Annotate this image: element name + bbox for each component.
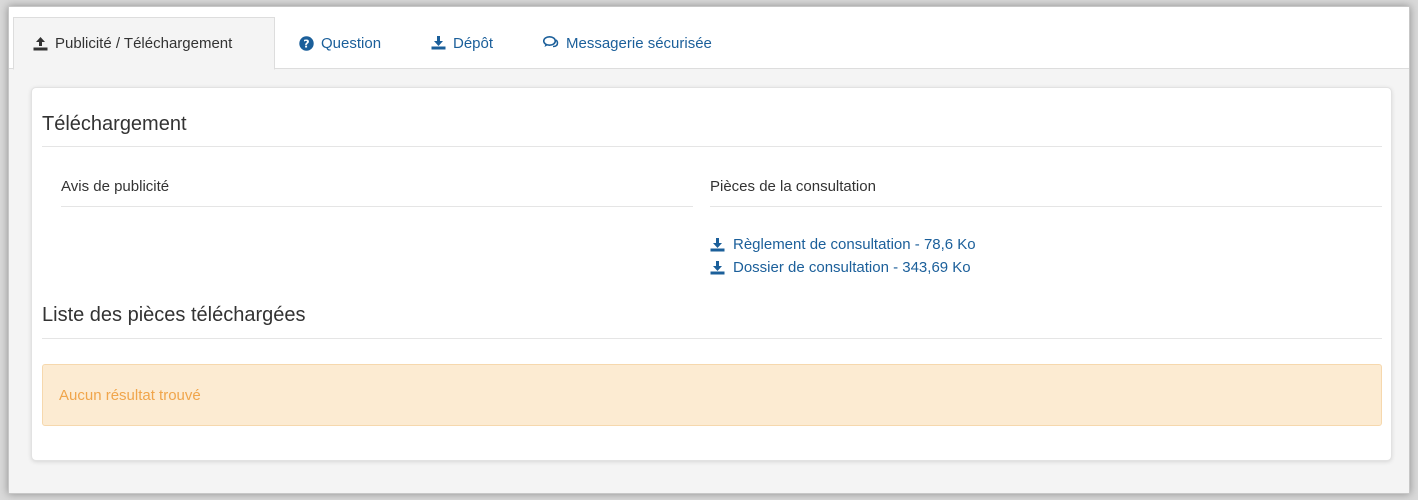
download-icon: [710, 260, 725, 275]
chat-icon: [543, 36, 559, 50]
tab-question[interactable]: ? Question: [299, 17, 381, 69]
divider: [42, 146, 1382, 147]
ad-column-label: Avis de publicité: [61, 178, 170, 195]
window-frame: Publicité / Téléchargement ? Question Dé…: [8, 6, 1410, 494]
download-icon: [710, 237, 725, 252]
question-circle-icon: ?: [299, 35, 314, 51]
file-link-label: Dossier de consultation - 343,69 Ko: [733, 259, 971, 276]
content-panel: Téléchargement Avis de publicité Pièces …: [31, 87, 1392, 461]
tab-bar: Publicité / Téléchargement ? Question Dé…: [9, 7, 1409, 70]
download-section-title: Téléchargement: [42, 113, 187, 135]
files-column-label: Pièces de la consultation: [710, 178, 876, 195]
empty-results-alert: Aucun résultat trouvé: [42, 364, 1382, 426]
upload-icon: [33, 36, 48, 51]
download-icon: [431, 36, 446, 50]
tab-label: Messagerie sécurisée: [566, 34, 712, 52]
divider: [42, 338, 1382, 339]
tab-label: Question: [321, 34, 382, 52]
tab-label: Publicité / Téléchargement: [55, 35, 233, 52]
divider: [61, 206, 693, 207]
file-link-dossier[interactable]: Dossier de consultation - 343,69 Ko: [710, 259, 971, 276]
file-link-label: Règlement de consultation - 78,6 Ko: [733, 236, 976, 253]
empty-results-message: Aucun résultat trouvé: [59, 386, 201, 404]
divider: [710, 206, 1382, 207]
svg-text:?: ?: [303, 37, 309, 50]
file-link-reglement[interactable]: Règlement de consultation - 78,6 Ko: [710, 236, 976, 253]
tab-messagerie-securisee[interactable]: Messagerie sécurisée: [543, 17, 712, 69]
tab-depot[interactable]: Dépôt: [431, 17, 493, 69]
tab-publicite-telechargement[interactable]: Publicité / Téléchargement: [13, 17, 275, 70]
tab-label: Dépôt: [453, 34, 494, 52]
downloaded-section-title: Liste des pièces téléchargées: [42, 304, 306, 326]
